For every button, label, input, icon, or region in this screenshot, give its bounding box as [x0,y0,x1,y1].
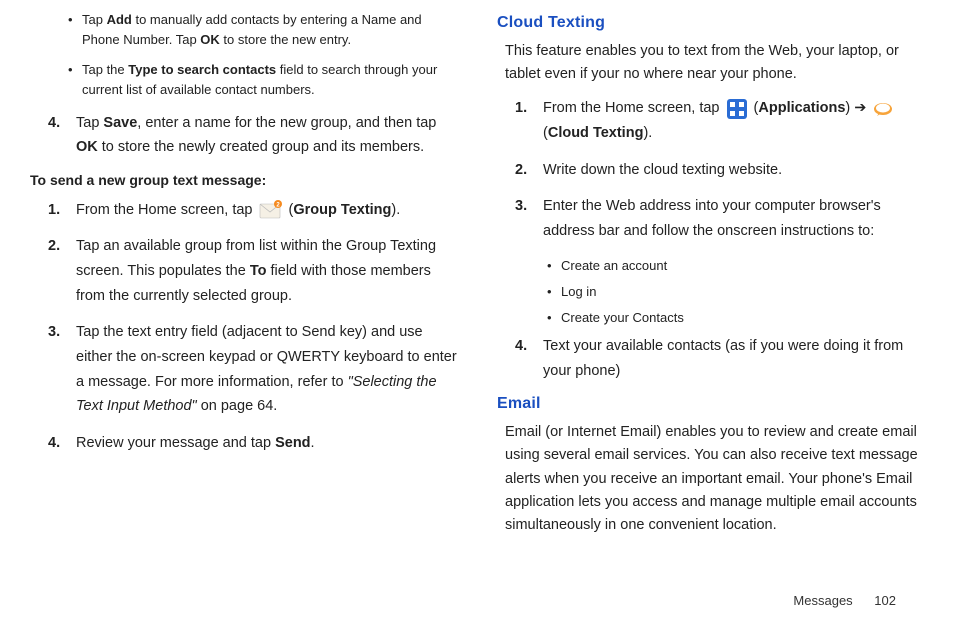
cloud-step-3: 3. Enter the Web address into your compu… [515,194,924,243]
step-save-group: 4. Tap Save, enter a name for the new gr… [48,111,457,160]
heading-cloud-texting: Cloud Texting [497,14,924,32]
page-footer: Messages 102 [793,593,896,608]
cloud-intro: This feature enables you to text from th… [505,40,924,86]
heading-email: Email [497,395,924,413]
cloud-texting-icon [872,100,894,118]
cloud-step-2: 2. Write down the cloud texting website. [515,158,924,183]
applications-icon [726,98,748,120]
footer-page-number: 102 [874,593,896,608]
group-texting-icon: 2 [259,200,283,220]
cloud-sub-create-contacts: •Create your Contacts [547,308,924,328]
group-step-3: 3. Tap the text entry field (adjacent to… [48,320,457,419]
email-intro: Email (or Internet Email) enables you to… [505,421,924,537]
footer-section: Messages [793,593,852,608]
subhead-send-group: To send a new group text message: [30,172,457,188]
group-step-1: 1. From the Home screen, tap 2 (Group Te… [48,198,457,223]
cloud-sub-create-account: •Create an account [547,256,924,276]
left-column: • Tap Add to manually add contacts by en… [30,10,457,547]
cloud-step-1: 1. From the Home screen, tap (Applicatio… [515,96,924,145]
cloud-sub-login: •Log in [547,282,924,302]
cloud-step-4: 4. Text your available contacts (as if y… [515,334,924,383]
group-step-2: 2. Tap an available group from list with… [48,234,457,308]
group-step-4: 4. Review your message and tap Send. [48,431,457,456]
bullet-add-contact: • Tap Add to manually add contacts by en… [68,10,457,50]
right-column: Cloud Texting This feature enables you t… [497,10,924,547]
bullet-search-contacts: • Tap the Type to search contacts field … [68,60,457,100]
